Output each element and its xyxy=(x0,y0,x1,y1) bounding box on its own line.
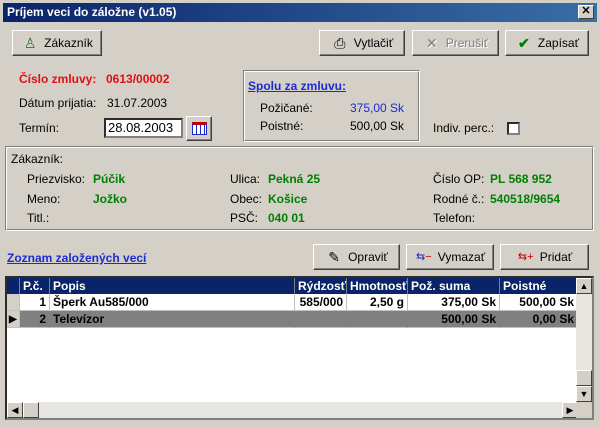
indiv-perc-checkbox[interactable] xyxy=(507,122,520,135)
items-table[interactable]: P.č. Popis Rýdzosť Hmotnosť Pož. suma Po… xyxy=(5,276,594,420)
current-row-arrow-icon: ▶ xyxy=(7,311,20,328)
column-header-amount[interactable]: Pož. suma xyxy=(408,278,500,294)
indiv-perc-label: Indiv. perc.: xyxy=(433,121,495,135)
cell-amount: 500,00 Sk xyxy=(408,311,500,328)
birth-number-value: 540518/9654 xyxy=(490,192,561,206)
edit-button[interactable]: ✎ Opraviť xyxy=(313,244,400,270)
table-row[interactable]: 1 Šperk Au585/000 585/000 2,50 g 375,00 … xyxy=(7,294,578,311)
cell-purity xyxy=(295,311,347,328)
city-value: Košice xyxy=(268,192,308,206)
print-button[interactable]: ⎙ Vytlačiť xyxy=(319,30,405,56)
delete-button-label: Vymazať xyxy=(437,250,486,264)
surname-label: Priezvisko: xyxy=(27,172,86,186)
customer-button-label: Zákazník xyxy=(44,36,93,50)
cell-desc: Televízor xyxy=(50,311,295,328)
checkmark-icon: ✔ xyxy=(518,35,530,51)
edit-button-label: Opraviť xyxy=(348,250,388,264)
delete-button[interactable]: ⇆− Vymazať xyxy=(406,244,494,270)
customer-button[interactable]: ♙ Zákazník xyxy=(12,30,102,56)
vertical-scrollbar[interactable]: ▲ ▼ xyxy=(576,278,592,402)
add-arrows-icon: ⇆+ xyxy=(517,251,534,263)
cell-fee: 0,00 Sk xyxy=(500,311,578,328)
cell-purity: 585/000 xyxy=(295,294,347,311)
print-button-label: Vytlačiť xyxy=(353,36,394,50)
street-label: Ulica: xyxy=(230,172,261,186)
column-header-no[interactable]: P.č. xyxy=(20,278,50,294)
delete-arrows-icon: ⇆− xyxy=(415,251,432,263)
scroll-up-icon[interactable]: ▲ xyxy=(576,278,592,294)
row-indicator-header xyxy=(7,278,20,294)
contract-number-label: Číslo zmluvy: xyxy=(19,72,97,86)
term-label: Termín: xyxy=(19,121,60,135)
cell-desc: Šperk Au585/000 xyxy=(50,294,295,311)
hscroll-thumb[interactable] xyxy=(23,402,39,418)
birth-number-label: Rodné č.: xyxy=(433,192,485,206)
phone-label: Telefon: xyxy=(433,211,476,225)
cell-no: 2 xyxy=(20,311,50,328)
customer-section-label: Zákazník: xyxy=(11,152,64,166)
zip-value: 040 01 xyxy=(268,211,305,225)
add-button[interactable]: ⇆+ Pridať xyxy=(500,244,589,270)
borrowed-label: Požičané: xyxy=(260,101,313,115)
write-button[interactable]: ✔ Zapísať xyxy=(505,30,589,56)
cell-amount: 375,00 Sk xyxy=(408,294,500,311)
date-value: 31.07.2003 xyxy=(107,96,168,110)
borrowed-value: 375,00 Sk xyxy=(350,101,405,115)
scroll-down-icon[interactable]: ▼ xyxy=(576,386,592,402)
table-row-selected[interactable]: ▶ 2 Televízor 500,00 Sk 0,00 Sk xyxy=(7,311,578,328)
contract-number-value: 0613/00002 xyxy=(106,72,170,86)
calendar-icon xyxy=(191,122,207,135)
scroll-left-icon[interactable]: ◀ xyxy=(7,402,23,418)
cell-weight: 2,50 g xyxy=(347,294,408,311)
name-label: Meno: xyxy=(27,192,61,206)
abort-button[interactable]: ✕ Prerušiť xyxy=(412,30,499,56)
zip-label: PSČ: xyxy=(230,211,259,225)
cell-fee: 500,00 Sk xyxy=(500,294,578,311)
title-label: Titl.: xyxy=(27,211,50,225)
items-list-link[interactable]: Zoznam založených vecí xyxy=(7,251,146,265)
scroll-corner xyxy=(576,402,592,418)
scroll-thumb[interactable] xyxy=(576,370,592,386)
street-value: Pekná 25 xyxy=(268,172,321,186)
horizontal-scrollbar[interactable]: ◀ ▶ xyxy=(7,402,578,418)
summary-title-link[interactable]: Spolu za zmluvu: xyxy=(248,79,346,93)
city-label: Obec: xyxy=(230,192,263,206)
column-header-desc[interactable]: Popis xyxy=(50,278,295,294)
column-header-weight[interactable]: Hmotnosť xyxy=(347,278,408,294)
id-card-label: Číslo OP: xyxy=(433,172,485,186)
cell-no: 1 xyxy=(20,294,50,311)
column-header-fee[interactable]: Poistné xyxy=(500,278,578,294)
column-header-purity[interactable]: Rýdzosť xyxy=(295,278,347,294)
calendar-button[interactable] xyxy=(186,116,212,141)
x-icon: ✕ xyxy=(425,35,438,51)
edit-icon: ✎ xyxy=(328,249,340,265)
id-card-value: PL 568 952 xyxy=(490,172,552,186)
name-value: Jožko xyxy=(93,192,128,206)
abort-button-label: Prerušiť xyxy=(445,36,489,50)
close-icon[interactable]: ✕ xyxy=(578,5,594,19)
main-window: Príjem veci do záložne (v1.05) ✕ ♙ Zákaz… xyxy=(0,0,600,427)
person-icon: ♙ xyxy=(23,35,37,51)
add-button-label: Pridať xyxy=(539,250,573,264)
cell-weight xyxy=(347,311,408,328)
printer-icon: ⎙ xyxy=(334,35,346,51)
surname-value: Púčik xyxy=(93,172,126,186)
row-indicator xyxy=(7,294,20,311)
term-input[interactable]: 28.08.2003 xyxy=(104,118,183,138)
fee-label: Poistné: xyxy=(260,119,304,133)
fee-value: 500,00 Sk xyxy=(350,119,405,133)
date-label: Dátum prijatia: xyxy=(19,96,97,110)
write-button-label: Zapísať xyxy=(537,36,580,50)
title-bar[interactable]: Príjem veci do záložne (v1.05) ✕ xyxy=(3,3,597,22)
window-title: Príjem veci do záložne (v1.05) xyxy=(7,5,177,19)
